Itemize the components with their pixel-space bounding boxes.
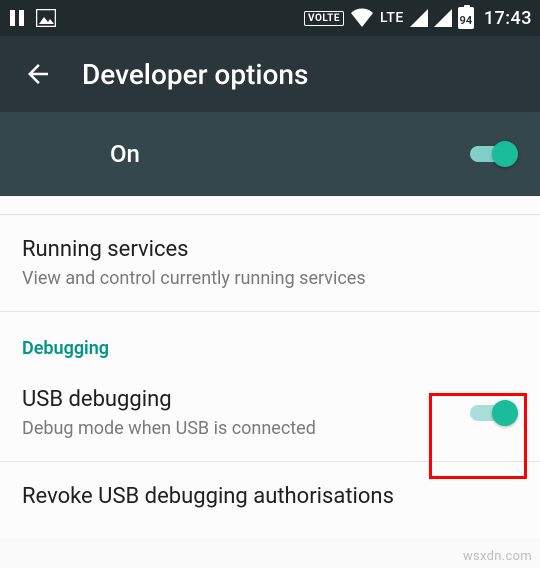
status-bar: VOLTE LTE 94 17:43	[0, 0, 540, 36]
app-bar: Developer options	[0, 36, 540, 112]
settings-list: Allow the bootloader to be unlocked Runn…	[0, 196, 540, 537]
master-toggle-row[interactable]: On	[0, 112, 540, 196]
cutoff-item: Allow the bootloader to be unlocked	[0, 196, 540, 214]
pause-icon	[8, 9, 26, 27]
arrow-back-icon	[23, 59, 53, 89]
master-toggle-label: On	[110, 140, 140, 168]
battery-level: 94	[460, 14, 473, 27]
volte-badge: VOLTE	[304, 11, 344, 26]
item-title: Revoke USB debugging authorisations	[22, 484, 518, 509]
item-subtitle: Debug mode when USB is connected	[22, 418, 470, 439]
running-services-item[interactable]: Running services View and control curren…	[0, 215, 540, 311]
item-title: USB debugging	[22, 387, 470, 412]
master-toggle-switch[interactable]	[470, 140, 518, 168]
signal-icon-1	[410, 9, 428, 27]
item-subtitle: View and control currently running servi…	[22, 268, 518, 289]
watermark: wsxdn.com	[463, 549, 532, 564]
back-button[interactable]	[18, 54, 58, 94]
page-title: Developer options	[82, 58, 308, 91]
usb-debugging-switch[interactable]	[470, 399, 518, 427]
section-header-debugging: Debugging	[0, 312, 540, 365]
item-title: Running services	[22, 237, 518, 262]
battery-icon: 94	[458, 7, 474, 29]
clock: 17:43	[484, 8, 532, 29]
signal-icon-2	[434, 9, 452, 27]
image-icon	[36, 9, 56, 27]
revoke-auth-item[interactable]: Revoke USB debugging authorisations	[0, 462, 540, 537]
wifi-icon	[350, 8, 374, 28]
usb-debugging-item[interactable]: USB debugging Debug mode when USB is con…	[0, 365, 540, 461]
network-label: LTE	[380, 10, 404, 26]
